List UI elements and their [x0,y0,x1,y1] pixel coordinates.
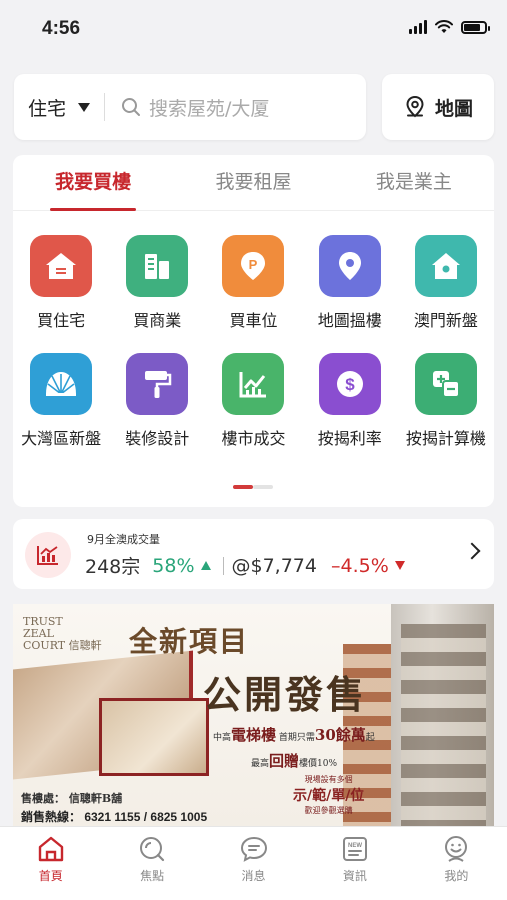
shell-icon [30,353,93,415]
divider [222,556,224,575]
banner-interior-image-2 [99,698,209,776]
banner-hotline: 銷售熱線： 6321 1155 / 6825 1005 [21,810,208,824]
svg-text:$: $ [345,375,355,394]
count-change: 58% [152,554,195,577]
shortcut-transactions[interactable]: 樓市成交 [205,353,301,449]
tabbar-label: 資訊 [342,869,367,883]
focus-icon [140,837,165,862]
shortcut-map-search[interactable]: 地圖搵樓 [302,235,398,331]
calculator-icon [414,353,477,415]
banner-subheadline: 公開發售 [203,672,368,717]
bar-chart-icon [25,532,71,578]
arrow-down-icon [394,561,405,570]
search-bar: 住宅 搜索屋苑/大厦 [14,74,366,140]
map-pin-icon [318,235,381,297]
tab-bar: 我要買樓 我要租屋 我是業主 [13,155,494,211]
status-time: 4:56 [42,18,81,39]
shortcut-mortgage-calculator[interactable]: 按揭計算機 [398,353,494,449]
status-bar: 4:56 [0,0,507,60]
shortcut-label: 樓市成交 [221,429,286,448]
tabbar-label: 首頁 [38,869,63,883]
banner-feature-line: 中高電梯樓 首期只需30餘萬起 [213,726,375,744]
shortcut-macau-new[interactable]: 澳門新盤 [398,235,494,331]
shortcut-label: 地圖搵樓 [317,311,382,330]
transaction-count: 248宗 [85,556,141,578]
status-icons [409,20,490,34]
banner-building-image [391,604,494,826]
svg-text:P: P [249,257,258,272]
shortcut-label: 按揭利率 [317,429,382,448]
tabbar-news[interactable]: NEW 資訊 [304,827,405,900]
shortcut-label: 裝修設計 [125,429,190,448]
parking-icon: P [222,235,285,297]
shortcut-label: 按揭計算機 [405,429,486,448]
shortcut-label: 買車位 [229,311,278,330]
promo-banner[interactable]: TRUST ZEAL COURT 信聰軒 全新項目 公開發售 中高電梯樓 首期只… [13,604,494,826]
page-dot [253,485,273,489]
search-placeholder: 搜索屋苑/大厦 [149,97,270,120]
battery-icon [461,20,490,34]
stats-values: 248宗 58% @$7,774 –4.5% [85,552,405,579]
page-dot-active [233,485,253,489]
shortcut-renovation[interactable]: 裝修設計 [109,353,205,449]
market-stats-card[interactable]: 9月全澳成交量 248宗 58% @$7,774 –4.5% [13,519,494,589]
average-price: @$7,774 [231,554,317,577]
banner-rebate-line: 最高回贈樓價10% [251,752,338,770]
buildings-icon [126,235,189,297]
profile-icon [445,836,468,862]
page-indicator [233,485,273,489]
shortcut-label: 買商業 [133,311,182,330]
property-type-select[interactable]: 住宅 [14,74,91,140]
chart-icon [222,353,285,415]
main-menu-card: 我要買樓 我要租屋 我是業主 買住宅 買商業 P 買車位 地圖搵樓 澳門新盤 大… [13,155,494,507]
stats-title: 9月全澳成交量 [87,533,160,546]
map-button[interactable]: 地圖 [382,74,494,140]
banner-logo: TRUST ZEAL COURT 信聰軒 [23,615,102,652]
tabbar-label: 焦點 [140,869,165,883]
shortcut-label: 買住宅 [37,311,86,330]
search-input[interactable]: 搜索屋苑/大厦 [105,74,366,140]
svg-text:NEW: NEW [348,843,362,849]
tab-owner[interactable]: 我是業主 [334,155,494,210]
caret-down-icon [78,102,91,112]
banner-sales-office: 售樓處： 信聰軒B舖 [21,792,123,805]
shortcut-buy-parking[interactable]: P 買車位 [205,235,301,331]
search-icon [122,98,141,116]
chat-icon [240,836,267,862]
tab-buy[interactable]: 我要買樓 [13,155,173,211]
shortcut-label: 澳門新盤 [413,311,478,330]
chevron-right-icon [463,542,481,560]
dollar-icon: $ [318,353,381,415]
bottom-tab-bar: 首頁 焦點 消息 NEW 資訊 我的 [0,826,507,900]
map-pin-icon [406,95,424,118]
shortcut-gba-new[interactable]: 大灣區新盤 [13,353,109,449]
home-icon [414,235,477,297]
news-icon: NEW [342,837,367,861]
shortcut-buy-commercial[interactable]: 買商業 [109,235,205,331]
home-icon [38,836,63,862]
banner-showflat: 現場設有多個 示/範/單/位 歡迎參觀選購 [293,775,365,815]
tabbar-messages[interactable]: 消息 [203,827,304,900]
property-type-label: 住宅 [28,97,67,120]
map-button-label: 地圖 [434,97,473,120]
wifi-icon [435,20,453,33]
shortcut-label: 大灣區新盤 [21,429,102,448]
house-icon [30,235,93,297]
tabbar-focus[interactable]: 焦點 [101,827,202,900]
tabbar-label: 我的 [444,869,469,883]
tabbar-home[interactable]: 首頁 [0,827,101,900]
shortcut-grid: 買住宅 買商業 P 買車位 地圖搵樓 澳門新盤 大灣區新盤 裝修設計 樓市成交 … [13,235,494,449]
tabbar-profile[interactable]: 我的 [406,827,507,900]
tabbar-label: 消息 [241,869,266,883]
price-change: –4.5% [330,554,389,577]
shortcut-mortgage-rate[interactable]: $ 按揭利率 [302,353,398,449]
arrow-up-icon [200,561,211,570]
signal-icon [409,20,427,34]
paint-roller-icon [126,353,189,415]
tab-rent[interactable]: 我要租屋 [173,155,333,210]
banner-headline: 全新項目 [129,625,250,658]
shortcut-buy-residential[interactable]: 買住宅 [13,235,109,331]
